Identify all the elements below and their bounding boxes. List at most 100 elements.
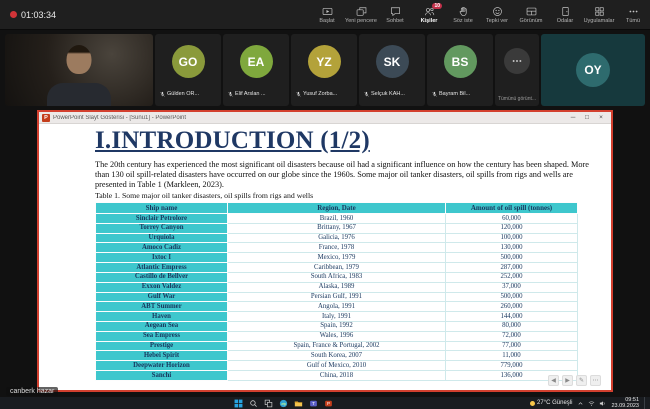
participant-name: Bayram Bil... — [439, 91, 470, 97]
taskbar-apps: TP — [233, 397, 333, 409]
participant-tile[interactable]: GOGülden OR... — [155, 34, 221, 106]
close-icon[interactable]: × — [594, 112, 608, 123]
system-tray: 27°C Güneşli 09:51 23.09.2023 — [530, 397, 647, 409]
oil-spill-table: Ship nameRegion, DateAmount of oil spill… — [95, 202, 578, 381]
participant-count-badge: 10 — [432, 3, 442, 9]
region-date-cell: Galicia, 1976 — [228, 233, 446, 243]
presenter-silhouette-body — [47, 83, 111, 106]
region-date-cell: Brittany, 1967 — [228, 223, 446, 233]
table-row: SanchiChina, 2018136,000 — [96, 371, 578, 381]
show-desktop-button[interactable] — [644, 397, 647, 409]
slide-title: I.INTRODUCTION (1/2) — [95, 127, 370, 155]
meeting-toolbar: 01:03:34 BaşlatYeni pencereSohbetKişiler… — [0, 0, 650, 30]
apps-icon — [594, 6, 605, 17]
toolbar-item-chat[interactable]: Sohbet — [378, 0, 412, 29]
table-row: Sea EmpressWales, 199672,000 — [96, 331, 578, 341]
taskbar-edge-icon[interactable] — [278, 398, 288, 408]
chevron-up-icon[interactable] — [577, 400, 584, 407]
meeting-stage: GOGülden OR...EAElif Arslan ...YZYusuf Z… — [0, 30, 650, 397]
rooms-icon — [560, 6, 571, 17]
ship-name-cell: Castillo de Bellver — [96, 272, 228, 282]
toolbar-actions: BaşlatYeni pencereSohbet Kişiler 10 Söz ist… — [310, 0, 650, 29]
more-icon[interactable]: ⋯ — [590, 375, 601, 386]
table-row: Aegean SeaSpain, 199280,000 — [96, 321, 578, 331]
table-row: ABT SummerAngola, 1991260,000 — [96, 302, 578, 312]
region-date-cell: Spain, 1992 — [228, 321, 446, 331]
toolbar-item-view[interactable]: Görünüm — [514, 0, 548, 29]
participant-tile-oy[interactable]: OY — [541, 34, 645, 106]
webcam-tile[interactable] — [5, 34, 153, 106]
toolbar-item-rooms[interactable]: Odalar — [548, 0, 582, 29]
clock-date: 23.09.2023 — [611, 403, 639, 409]
window-controls: ─□× — [566, 112, 608, 123]
taskbar-start-icon[interactable] — [233, 398, 243, 408]
toolbar-item-label: Söz iste — [453, 18, 473, 24]
avatar: SK — [376, 45, 409, 78]
participant-tile[interactable]: YZYusuf Zorba... — [291, 34, 357, 106]
toolbar-item-people[interactable]: Kişiler 10 — [412, 0, 446, 29]
toolbar-item-react[interactable]: Tepki ver — [480, 0, 514, 29]
toolbar-item-label: Tepki ver — [486, 18, 508, 24]
ship-name-cell: Prestige — [96, 341, 228, 351]
ship-name-cell: ABT Summer — [96, 302, 228, 312]
participant-name: Yusuf Zorba... — [303, 91, 337, 97]
participant-name: Elif Arslan ... — [235, 91, 266, 97]
mic-muted-icon — [295, 85, 302, 103]
presenter-name-label: canberk hazar — [6, 387, 58, 396]
minimize-icon[interactable]: ─ — [566, 112, 580, 123]
taskbar-powerpoint-app-icon[interactable]: P — [323, 398, 333, 408]
toolbar-item-present[interactable]: Başlat — [310, 0, 344, 29]
ship-name-cell: Deepwater Horizon — [96, 361, 228, 371]
weather-widget[interactable]: 27°C Güneşli — [530, 400, 572, 406]
volume-icon[interactable] — [599, 400, 606, 407]
avatar: OY — [576, 53, 610, 87]
next-slide-icon[interactable]: ▶ — [562, 375, 573, 386]
maximize-icon[interactable]: □ — [580, 112, 594, 123]
toolbar-item-raise-hand[interactable]: Söz iste — [446, 0, 480, 29]
ship-name-cell: Torrey Canyon — [96, 223, 228, 233]
mic-muted-icon — [159, 85, 166, 103]
region-date-cell: Gulf of Mexico, 2010 — [228, 361, 446, 371]
toolbar-item-label: Kişiler — [421, 18, 438, 24]
region-date-cell: Angola, 1991 — [228, 302, 446, 312]
prev-slide-icon[interactable]: ◀ — [548, 375, 559, 386]
taskbar-teams-app-icon[interactable]: T — [308, 398, 318, 408]
region-date-cell: Italy, 1991 — [228, 312, 446, 322]
table-header-cell: Ship name — [96, 203, 228, 214]
pen-icon[interactable]: ✎ — [576, 375, 587, 386]
region-date-cell: Brazil, 1960 — [228, 214, 446, 224]
taskbar-task-view-icon[interactable] — [263, 398, 273, 408]
table-row: Castillo de BellverSouth Africa, 1983252… — [96, 272, 578, 282]
table-row: Deepwater HorizonGulf of Mexico, 2010779… — [96, 361, 578, 371]
raise-hand-icon — [458, 6, 469, 17]
taskbar-file-explorer-icon[interactable] — [293, 398, 303, 408]
amount-cell: 260,000 — [446, 302, 578, 312]
more-participants-tile[interactable]: Tümünü görünt... — [495, 34, 539, 106]
ship-name-cell: Ixtoc I — [96, 253, 228, 263]
avatar: BS — [444, 45, 477, 78]
ship-name-cell: Amoco Cadiz — [96, 243, 228, 253]
toolbar-item-label: Yeni pencere — [345, 18, 377, 24]
participant-tile[interactable]: EAElif Arslan ... — [223, 34, 289, 106]
amount-cell: 120,000 — [446, 223, 578, 233]
region-date-cell: Persian Gulf, 1991 — [228, 292, 446, 302]
toolbar-item-apps[interactable]: Uygulamalar — [582, 0, 616, 29]
toolbar-item-new-window[interactable]: Yeni pencere — [344, 0, 378, 29]
participant-name-row: Elif Arslan ... — [227, 85, 287, 103]
ship-name-cell: Hebei Spirit — [96, 351, 228, 361]
weather-label: 27°C Güneşli — [537, 400, 572, 406]
taskbar-clock[interactable]: 09:51 23.09.2023 — [611, 397, 639, 409]
amount-cell: 72,000 — [446, 331, 578, 341]
amount-cell: 252,000 — [446, 272, 578, 282]
teams-meeting-window: 01:03:34 BaşlatYeni pencereSohbetKişiler… — [0, 0, 650, 409]
table-row: Amoco CadizFrance, 1978130,000 — [96, 243, 578, 253]
participant-tile[interactable]: SKSelçuk KAH... — [359, 34, 425, 106]
sun-icon — [530, 401, 535, 406]
table-header-cell: Region, Date — [228, 203, 446, 214]
taskbar-search-icon[interactable] — [248, 398, 258, 408]
toolbar-item-more[interactable]: Tümü — [616, 0, 650, 29]
wifi-icon[interactable] — [588, 400, 595, 407]
region-date-cell: South Africa, 1983 — [228, 272, 446, 282]
participant-tile[interactable]: BS Bayram Bil... — [427, 34, 493, 106]
view-icon — [526, 6, 537, 17]
